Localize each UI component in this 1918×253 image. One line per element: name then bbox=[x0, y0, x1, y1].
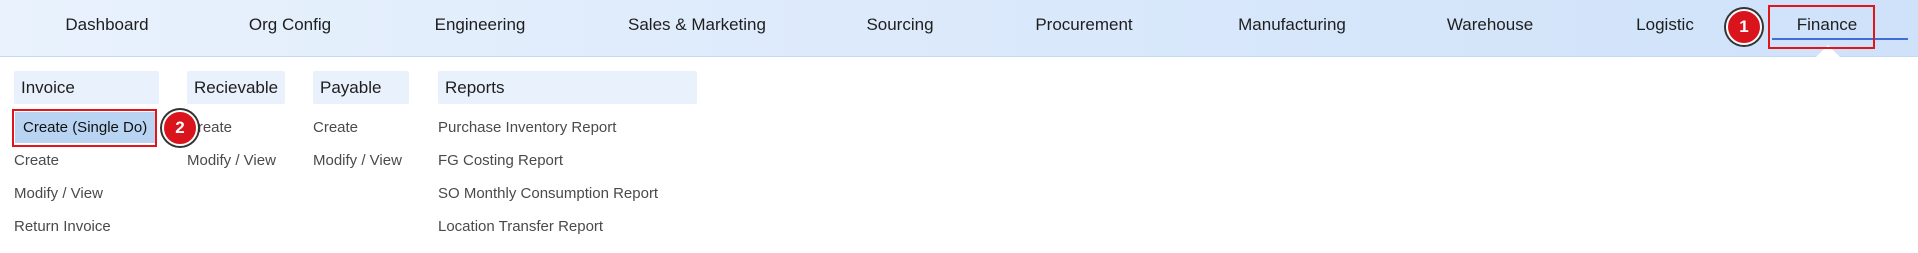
invoice-header: Invoice bbox=[14, 71, 159, 104]
recievable-header: Recievable bbox=[187, 71, 285, 104]
fg-costing-report-link[interactable]: FG Costing Report bbox=[438, 152, 563, 169]
nav-procurement[interactable]: Procurement bbox=[1024, 0, 1144, 49]
active-tab-underline bbox=[1772, 38, 1908, 40]
invoice-create-link[interactable]: Create bbox=[14, 152, 59, 169]
nav-warehouse[interactable]: Warehouse bbox=[1440, 0, 1540, 49]
top-navigation-bar: Dashboard Org Config Engineering Sales &… bbox=[0, 0, 1918, 57]
nav-sourcing[interactable]: Sourcing bbox=[850, 0, 950, 49]
so-monthly-consumption-report-link[interactable]: SO Monthly Consumption Report bbox=[438, 185, 658, 202]
nav-manufacturing[interactable]: Manufacturing bbox=[1227, 0, 1357, 49]
payable-header: Payable bbox=[313, 71, 409, 104]
payable-modify-view-link[interactable]: Modify / View bbox=[313, 152, 402, 169]
invoice-return-link[interactable]: Return Invoice bbox=[14, 218, 111, 235]
nav-org-config[interactable]: Org Config bbox=[235, 0, 345, 49]
purchase-inventory-report-link[interactable]: Purchase Inventory Report bbox=[438, 119, 616, 136]
nav-dashboard[interactable]: Dashboard bbox=[52, 0, 162, 49]
invoice-create-single-do-link[interactable]: Create (Single Do) bbox=[15, 112, 156, 143]
step-marker-1: 1 bbox=[1726, 9, 1762, 45]
nav-engineering[interactable]: Engineering bbox=[425, 0, 535, 49]
reports-header: Reports bbox=[438, 71, 697, 104]
step-marker-2: 2 bbox=[162, 110, 198, 146]
recievable-modify-view-link[interactable]: Modify / View bbox=[187, 152, 276, 169]
location-transfer-report-link[interactable]: Location Transfer Report bbox=[438, 218, 603, 235]
nav-finance[interactable]: Finance bbox=[1772, 0, 1882, 49]
nav-sales-marketing[interactable]: Sales & Marketing bbox=[617, 0, 777, 49]
invoice-modify-view-link[interactable]: Modify / View bbox=[14, 185, 103, 202]
payable-create-link[interactable]: Create bbox=[313, 119, 358, 136]
nav-logistic[interactable]: Logistic bbox=[1622, 0, 1708, 49]
dropdown-caret-icon bbox=[1816, 45, 1840, 57]
